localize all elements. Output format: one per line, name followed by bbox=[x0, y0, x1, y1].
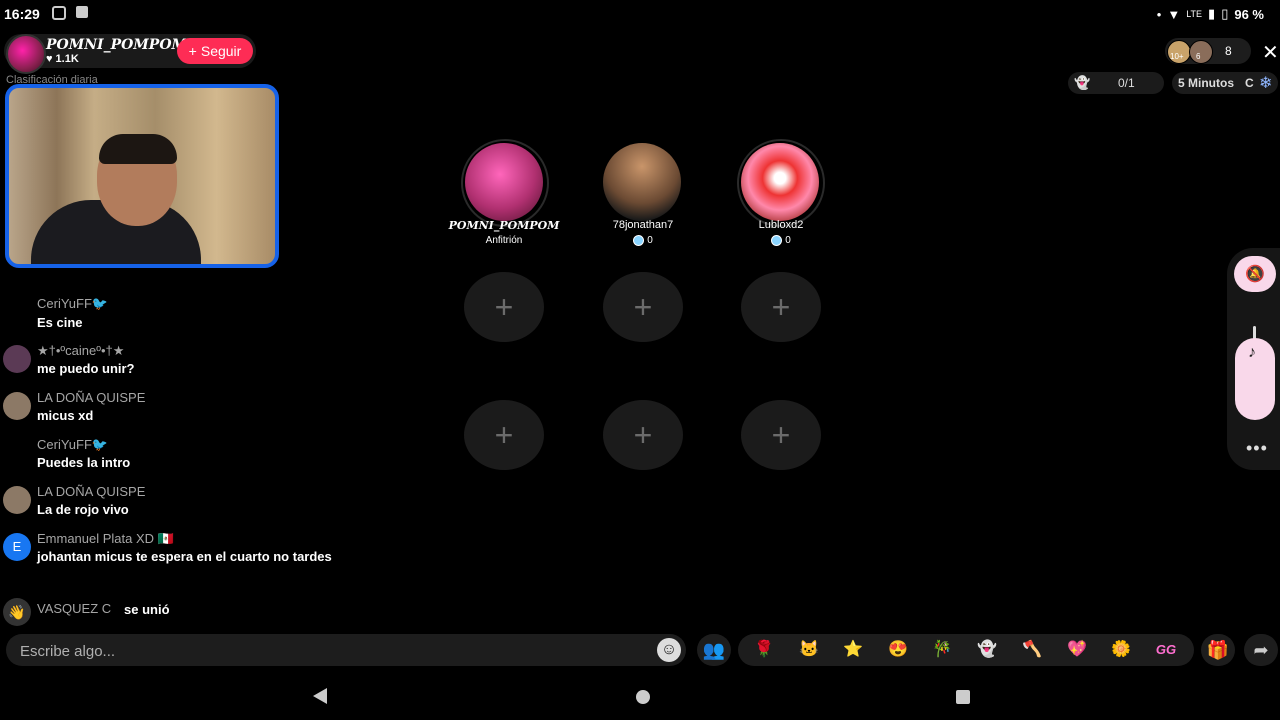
comment-input[interactable] bbox=[18, 640, 642, 662]
more-options-icon[interactable]: ••• bbox=[1246, 438, 1268, 459]
chat-user[interactable]: Emmanuel Plata XD 🇲🇽 bbox=[37, 531, 174, 547]
guest-score-value: 0 bbox=[785, 235, 791, 246]
viewer-badge: 10+ bbox=[1170, 52, 1184, 61]
host-camera-video[interactable] bbox=[5, 84, 279, 268]
gift-cat-icon[interactable]: 🐱 bbox=[797, 638, 821, 662]
host-name: POMNI_POMPOM bbox=[46, 37, 188, 53]
chat-user[interactable]: LA DOÑA QUISPE bbox=[37, 484, 145, 499]
plus-icon: + bbox=[188, 43, 197, 59]
timer-suffix: C bbox=[1245, 76, 1254, 90]
people-icon[interactable]: 👥 bbox=[697, 634, 731, 666]
heart-icon: ♥ bbox=[46, 53, 53, 65]
chat-avatar[interactable] bbox=[3, 345, 31, 373]
chat-user[interactable]: LA DOÑA QUISPE bbox=[37, 390, 145, 405]
gift-heart-eyes-icon[interactable]: 😍 bbox=[886, 638, 910, 662]
chat-join-text: se unió bbox=[124, 602, 170, 617]
network-label: LTE bbox=[1186, 9, 1203, 19]
chat-avatar[interactable] bbox=[3, 392, 31, 420]
viewer-count: 8 bbox=[1225, 44, 1232, 58]
comment-box[interactable] bbox=[6, 634, 686, 666]
plus-icon: + bbox=[771, 417, 791, 453]
gift-axe-icon[interactable]: 🪓 bbox=[1020, 638, 1044, 662]
viewer-badge: 6 bbox=[1196, 52, 1201, 61]
guest-role-label: Anfitrión bbox=[485, 235, 523, 246]
chat-avatar[interactable]: E bbox=[3, 533, 31, 561]
status-time: 16:29 bbox=[4, 6, 40, 22]
guest-avatar bbox=[603, 143, 681, 221]
close-icon[interactable]: ✕ bbox=[1262, 40, 1279, 65]
gift-bamboo-icon[interactable]: 🎋 bbox=[930, 638, 954, 662]
coin-icon bbox=[633, 235, 645, 246]
guest-role: Anfitrión bbox=[434, 235, 574, 246]
snowflake-icon: ❄ bbox=[1259, 75, 1273, 92]
guest-avatar bbox=[465, 143, 543, 221]
plus-icon: + bbox=[633, 417, 653, 453]
camera-person-hair bbox=[99, 134, 177, 164]
gift-rose-icon[interactable]: 🌹 bbox=[752, 638, 776, 662]
dot-icon: • bbox=[1156, 6, 1162, 22]
nav-home-icon[interactable] bbox=[636, 690, 650, 704]
plus-icon: + bbox=[633, 289, 653, 325]
gift-ghost-icon[interactable]: 👻 bbox=[975, 638, 999, 662]
guest-score-value: 0 bbox=[647, 235, 653, 246]
chat-user[interactable]: CeriYuFF🐦 bbox=[37, 437, 108, 453]
wifi-icon: ▼ bbox=[1167, 6, 1181, 22]
nav-back-icon[interactable] bbox=[313, 688, 327, 704]
guest-name: 78jonathan7 bbox=[612, 219, 674, 231]
image-icon bbox=[76, 6, 88, 18]
host-avatar[interactable] bbox=[6, 34, 46, 74]
follow-label: Seguir bbox=[200, 43, 242, 59]
guest-name: POMNI_POMPOM bbox=[448, 219, 560, 232]
notification-off-icon[interactable]: 🔕 bbox=[1234, 256, 1276, 292]
chat-user[interactable]: ★†•ºcaineº•†★ bbox=[37, 343, 124, 359]
share-icon[interactable]: ➦ bbox=[1244, 634, 1278, 666]
guest-score: 0 bbox=[573, 235, 713, 246]
gift-flower-icon[interactable]: 🌼 bbox=[1109, 638, 1133, 662]
empty-seat[interactable]: + bbox=[464, 400, 544, 470]
chat-text: Es cine bbox=[37, 315, 83, 330]
app-icon bbox=[52, 6, 66, 20]
gift-heart-icon[interactable]: 💖 bbox=[1065, 638, 1089, 662]
gift-star-icon[interactable]: ⭐ bbox=[841, 638, 865, 662]
follow-button[interactable]: + Seguir bbox=[177, 38, 253, 64]
status-right: • ▼ LTE ▮ ▯ 96 % bbox=[1157, 6, 1264, 22]
chat-text: Puedes la intro bbox=[37, 455, 131, 470]
music-note-icon: ♪ bbox=[1248, 344, 1256, 361]
viewer-avatar[interactable] bbox=[1189, 40, 1213, 64]
timer-text: 5 Minutos bbox=[1178, 76, 1234, 90]
chat-avatar[interactable] bbox=[3, 486, 31, 514]
host-likes-count: 1.1K bbox=[55, 53, 79, 65]
seats-count: 0/1 bbox=[1118, 76, 1135, 90]
guest-avatar bbox=[741, 143, 819, 221]
empty-seat[interactable]: + bbox=[603, 400, 683, 470]
chat-user[interactable]: CeriYuFF🐦 bbox=[37, 296, 108, 312]
empty-seat[interactable]: + bbox=[741, 272, 821, 342]
host-likes: ♥ 1.1K bbox=[46, 53, 79, 65]
chat-text: La de rojo vivo bbox=[37, 502, 129, 517]
empty-seat[interactable]: + bbox=[603, 272, 683, 342]
status-bar: 16:29 • ▼ LTE ▮ ▯ 96 % bbox=[0, 0, 1280, 28]
chat-text: micus xd bbox=[37, 408, 94, 423]
nav-recents-icon[interactable] bbox=[956, 690, 970, 704]
ghost-icon: 👻 bbox=[1074, 75, 1091, 90]
chat-text: johantan micus te espera en el cuarto no… bbox=[37, 549, 332, 564]
wave-icon: 👋 bbox=[3, 598, 31, 626]
emoji-icon[interactable]: ☺ bbox=[657, 638, 681, 662]
guest-name: Lubloxd2 bbox=[758, 219, 804, 231]
battery-icon: ▯ bbox=[1221, 6, 1229, 21]
plus-icon: + bbox=[494, 417, 514, 453]
empty-seat[interactable]: + bbox=[741, 400, 821, 470]
chat-text: me puedo unir? bbox=[37, 361, 135, 376]
empty-seat[interactable]: + bbox=[464, 272, 544, 342]
gift-box-icon[interactable]: 🎁 bbox=[1201, 634, 1235, 666]
chat-user[interactable]: VASQUEZ C bbox=[37, 601, 111, 616]
battery-level: 96 % bbox=[1234, 6, 1264, 22]
signal-icon: ▮ bbox=[1208, 6, 1216, 21]
gift-gg-icon[interactable]: GG bbox=[1154, 638, 1178, 662]
plus-icon: + bbox=[494, 289, 514, 325]
plus-icon: + bbox=[771, 289, 791, 325]
coin-icon bbox=[771, 235, 783, 246]
guest-score: 0 bbox=[711, 235, 851, 246]
